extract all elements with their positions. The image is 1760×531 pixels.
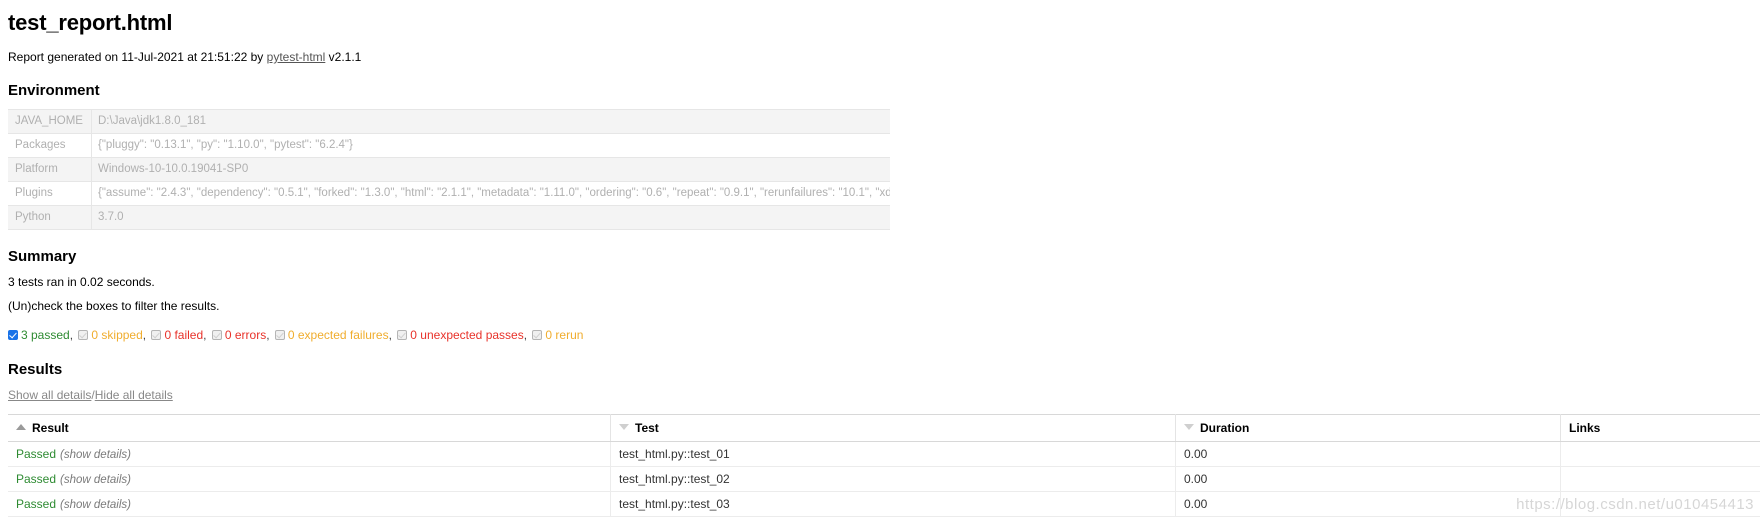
table-row: Passed (show details) test_html.py::test_0… xyxy=(8,441,1760,467)
cell-links xyxy=(1560,441,1760,467)
filter-label-unexpected-passes: 0 unexpected passes xyxy=(410,328,524,342)
filter-separator: , xyxy=(523,328,528,342)
results-table: Result Test Duration Links Passed (show d… xyxy=(8,414,1760,517)
column-header-result[interactable]: Result xyxy=(8,414,611,442)
result-filters: 3 passed, 0 skipped, 0 failed, 0 errors,… xyxy=(8,327,1752,343)
cell-test: test_html.py::test_02 xyxy=(610,466,1176,492)
table-row: Passed (show details) test_html.py::test_0… xyxy=(8,491,1760,517)
cell-duration: 0.00 xyxy=(1175,491,1561,517)
status-badge: Passed xyxy=(16,447,57,461)
column-header-links[interactable]: Links xyxy=(1560,414,1760,442)
environment-row: JAVA_HOME D:\Java\jdk1.8.0_181 xyxy=(8,109,890,134)
column-header-test[interactable]: Test xyxy=(610,414,1176,442)
filter-label-rerun: 0 rerun xyxy=(545,328,584,342)
show-details-toggle[interactable]: (show details) xyxy=(60,449,131,461)
filter-separator: , xyxy=(69,328,74,342)
cell-links xyxy=(1560,466,1760,492)
environment-value: {"pluggy": "0.13.1", "py": "1.10.0", "py… xyxy=(98,139,353,151)
environment-row: Plugins {"assume": "2.4.3", "dependency":… xyxy=(8,181,890,206)
environment-row: Platform Windows-10-10.0.19041-SP0 xyxy=(8,157,890,182)
environment-row: Python 3.7.0 xyxy=(8,205,890,230)
page-title: test_report.html xyxy=(8,10,173,35)
cell-duration: 0.00 xyxy=(1175,466,1561,492)
column-header-links-label: Links xyxy=(1569,421,1601,435)
environment-key: Platform xyxy=(8,157,92,182)
cell-duration: 0.00 xyxy=(1175,441,1561,467)
filter-skipped[interactable]: 0 skipped, xyxy=(78,328,146,342)
environment-table: JAVA_HOME D:\Java\jdk1.8.0_181 Packages {"p… xyxy=(8,109,890,230)
filter-failed[interactable]: 0 failed, xyxy=(151,328,207,342)
checkbox-errors[interactable] xyxy=(211,330,222,340)
cell-result: Passed (show details) xyxy=(8,466,611,492)
results-header-row: Result Test Duration Links xyxy=(8,414,1760,442)
show-details-toggle[interactable]: (show details) xyxy=(60,499,131,511)
results-heading: Results xyxy=(8,361,63,378)
pytest-html-link[interactable]: pytest-html xyxy=(267,50,326,64)
environment-key: Packages xyxy=(8,133,92,158)
filter-label-failed: 0 failed xyxy=(164,328,204,342)
detail-toggle-links: Show all details/Hide all details xyxy=(8,388,1752,402)
column-header-result-label: Result xyxy=(32,421,69,435)
environment-key: JAVA_HOME xyxy=(8,109,92,134)
filter-separator: , xyxy=(266,328,270,342)
cell-test: test_html.py::test_01 xyxy=(610,441,1176,467)
filter-separator: , xyxy=(203,328,207,342)
generated-prefix: Report generated on 11-Jul-2021 at 21:51… xyxy=(8,50,267,64)
generated-line: Report generated on 11-Jul-2021 at 21:51… xyxy=(8,50,1752,64)
checkbox-skipped[interactable] xyxy=(78,330,89,340)
cell-result: Passed (show details) xyxy=(8,441,611,467)
environment-value: 3.7.0 xyxy=(98,211,124,223)
column-header-test-label: Test xyxy=(635,421,659,435)
environment-key: Plugins xyxy=(8,181,92,206)
sort-descending-icon xyxy=(1184,424,1194,430)
environment-value: Windows-10-10.0.19041-SP0 xyxy=(98,163,249,175)
cell-test: test_html.py::test_03 xyxy=(610,491,1176,517)
filter-separator: , xyxy=(388,328,392,342)
cell-links xyxy=(1560,491,1760,517)
filter-label-passed: 3 passed xyxy=(21,328,70,342)
filter-label-errors: 0 errors xyxy=(224,328,267,342)
status-badge: Passed xyxy=(16,472,57,486)
checkbox-expected-failures[interactable] xyxy=(274,330,285,340)
filter-unexpected-passes[interactable]: 0 unexpected passes, xyxy=(397,328,527,342)
table-row: Passed (show details) test_html.py::test_0… xyxy=(8,466,1760,492)
column-header-duration-label: Duration xyxy=(1200,421,1250,435)
show-all-details-link[interactable]: Show all details xyxy=(8,388,91,402)
environment-row: Packages {"pluggy": "0.13.1", "py": "1.10… xyxy=(8,133,890,158)
tests-ran-line: 3 tests ran in 0.02 seconds. xyxy=(8,275,155,289)
filter-expected-failures[interactable]: 0 expected failures, xyxy=(274,328,392,342)
environment-heading: Environment xyxy=(8,82,100,99)
filter-passed[interactable]: 3 passed, xyxy=(8,328,73,342)
checkbox-unexpected-passes[interactable] xyxy=(397,330,408,340)
column-header-duration[interactable]: Duration xyxy=(1175,414,1561,442)
generator-version: v2.1.1 xyxy=(325,50,362,64)
filter-label-skipped: 0 skipped xyxy=(91,328,143,342)
checkbox-rerun[interactable] xyxy=(532,330,543,340)
sort-ascending-icon xyxy=(16,424,26,430)
filter-rerun[interactable]: 0 rerun xyxy=(532,328,583,342)
cell-result: Passed (show details) xyxy=(8,491,611,517)
filter-errors[interactable]: 0 errors, xyxy=(211,328,270,342)
sort-descending-icon xyxy=(619,424,629,430)
filter-separator: , xyxy=(142,328,147,342)
filter-label-expected-failures: 0 expected failures xyxy=(287,328,389,342)
filter-hint: (Un)check the boxes to filter the result… xyxy=(8,299,220,313)
show-details-toggle[interactable]: (show details) xyxy=(60,474,131,486)
environment-value: {"assume": "2.4.3", "dependency": "0.5.1… xyxy=(98,187,890,199)
checkbox-failed[interactable] xyxy=(151,330,162,340)
status-badge: Passed xyxy=(16,497,57,511)
summary-heading: Summary xyxy=(8,248,77,265)
environment-value: D:\Java\jdk1.8.0_181 xyxy=(98,115,207,127)
hide-all-details-link[interactable]: Hide all details xyxy=(95,388,173,402)
environment-key: Python xyxy=(8,205,92,230)
checkbox-passed[interactable] xyxy=(8,330,18,340)
report-page: test_report.html Report generated on 11-… xyxy=(0,0,1760,517)
